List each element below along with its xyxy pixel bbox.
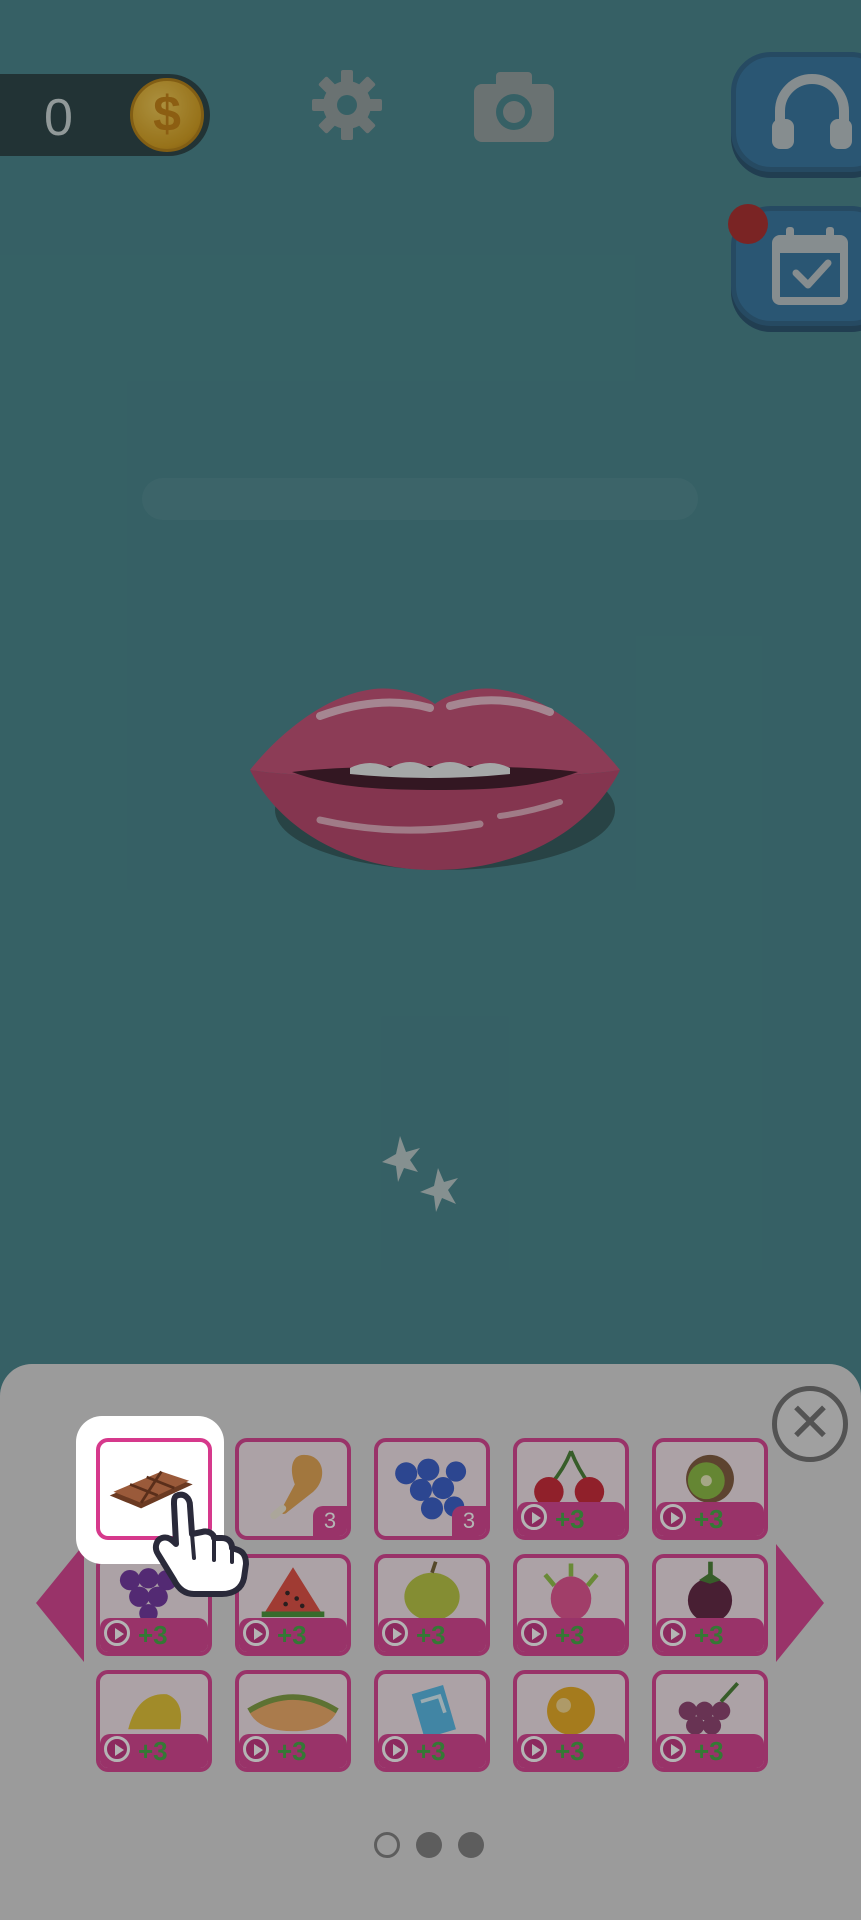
- notification-dot: [728, 204, 768, 244]
- play-ad-icon: [382, 1620, 408, 1646]
- ad-reward-label: +3: [277, 1736, 307, 1766]
- lips-illustration: [250, 688, 620, 870]
- food-item-red-grapes[interactable]: +3: [652, 1670, 768, 1772]
- play-ad-icon: [521, 1736, 547, 1762]
- ad-reward-label: +3: [416, 1620, 446, 1650]
- play-ad-icon: [382, 1736, 408, 1762]
- watch-ad-badge[interactable]: +3: [517, 1502, 625, 1536]
- ad-reward-label: +3: [694, 1504, 724, 1534]
- calendar-check-icon: [772, 227, 848, 305]
- food-item-ice-cube[interactable]: +3: [374, 1670, 490, 1772]
- ad-reward-label: +3: [694, 1620, 724, 1650]
- play-ad-icon: [521, 1504, 547, 1530]
- food-item-durian[interactable]: +3: [374, 1554, 490, 1656]
- watch-ad-badge[interactable]: +3: [517, 1734, 625, 1768]
- item-count-badge: 3: [452, 1506, 486, 1536]
- page-dot[interactable]: [374, 1832, 400, 1858]
- gear-icon: [312, 70, 382, 140]
- play-ad-icon: [104, 1736, 130, 1762]
- ad-reward-label: +3: [694, 1736, 724, 1766]
- food-item-orange[interactable]: +3: [513, 1670, 629, 1772]
- watch-ad-badge[interactable]: +3: [100, 1734, 208, 1768]
- food-item-mangosteen[interactable]: +3: [652, 1554, 768, 1656]
- item-count-badge: 3: [313, 1506, 347, 1536]
- food-item-cantaloupe[interactable]: +3: [235, 1670, 351, 1772]
- food-item-cherries[interactable]: +3: [513, 1438, 629, 1540]
- food-item-starfruit[interactable]: +3: [96, 1670, 212, 1772]
- coin-icon: $: [130, 78, 204, 152]
- play-ad-icon: [660, 1736, 686, 1762]
- watch-ad-badge[interactable]: +3: [656, 1734, 764, 1768]
- camera-icon: [474, 72, 554, 142]
- watch-ad-badge[interactable]: +3: [239, 1618, 347, 1652]
- camera-button[interactable]: [472, 68, 556, 144]
- settings-button[interactable]: [310, 68, 384, 142]
- play-ad-icon: [104, 1620, 130, 1646]
- watch-ad-badge[interactable]: +3: [517, 1618, 625, 1652]
- play-ad-icon: [660, 1504, 686, 1530]
- coin-counter: 0 $: [0, 74, 210, 156]
- food-item-dragon-fruit[interactable]: +3: [513, 1554, 629, 1656]
- progress-bar: [142, 478, 698, 520]
- page-dot[interactable]: [416, 1832, 442, 1858]
- ad-reward-label: +3: [555, 1736, 585, 1766]
- play-ad-icon: [660, 1620, 686, 1646]
- food-item-kiwi[interactable]: +3: [652, 1438, 768, 1540]
- coin-count: 0: [44, 89, 73, 147]
- watch-ad-badge[interactable]: +3: [100, 1618, 208, 1652]
- ad-reward-label: +3: [138, 1736, 168, 1766]
- prev-page-arrow-icon[interactable]: [34, 1540, 86, 1666]
- next-page-arrow-icon[interactable]: [774, 1540, 826, 1666]
- play-ad-icon: [243, 1620, 269, 1646]
- page-indicator: [374, 1832, 484, 1858]
- headphones-icon: [772, 74, 852, 149]
- pointing-hand-icon: [152, 1491, 249, 1597]
- ad-reward-label: +3: [138, 1620, 168, 1650]
- sparkle-icon: [382, 1136, 458, 1212]
- watch-ad-badge[interactable]: +3: [378, 1618, 486, 1652]
- close-button[interactable]: ✕: [772, 1386, 848, 1462]
- ad-reward-label: +3: [416, 1736, 446, 1766]
- food-item-blueberries[interactable]: 3: [374, 1438, 490, 1540]
- food-item-chicken-leg[interactable]: 3: [235, 1438, 351, 1540]
- play-ad-icon: [243, 1736, 269, 1762]
- ad-reward-label: +3: [555, 1620, 585, 1650]
- watch-ad-badge[interactable]: +3: [656, 1618, 764, 1652]
- page-dot[interactable]: [458, 1832, 484, 1858]
- food-item-watermelon[interactable]: +3: [235, 1554, 351, 1656]
- support-button[interactable]: [731, 52, 861, 172]
- watch-ad-badge[interactable]: +3: [656, 1502, 764, 1536]
- ad-reward-label: +3: [277, 1620, 307, 1650]
- play-ad-icon: [521, 1620, 547, 1646]
- watch-ad-badge[interactable]: +3: [378, 1734, 486, 1768]
- ad-reward-label: +3: [555, 1504, 585, 1534]
- watch-ad-badge[interactable]: +3: [239, 1734, 347, 1768]
